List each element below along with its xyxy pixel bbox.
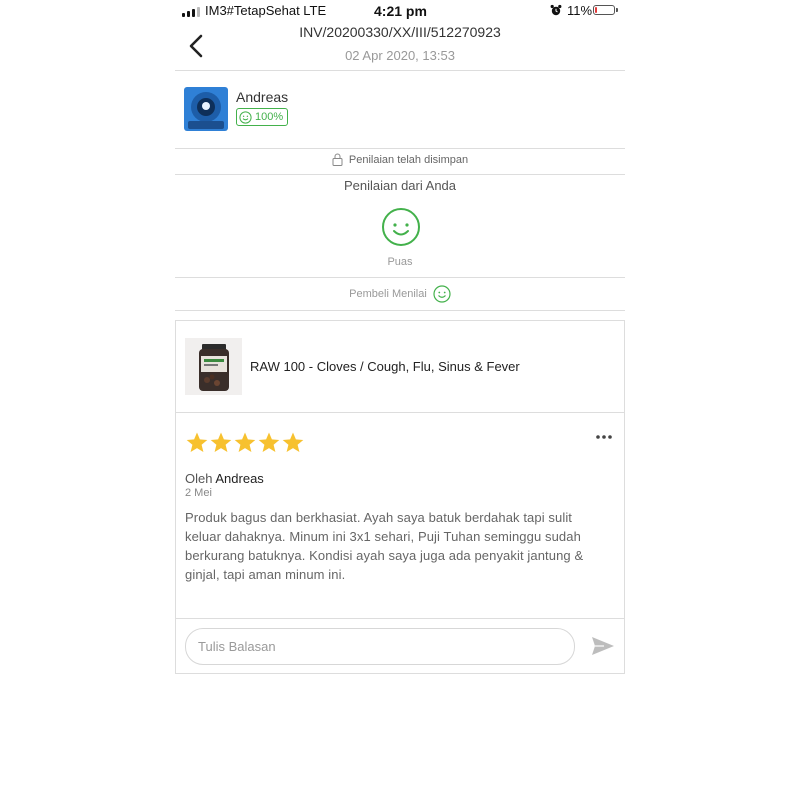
back-chevron-icon[interactable]: [186, 34, 206, 58]
reply-input[interactable]: [185, 628, 575, 665]
buyer-rated-row: Pembeli Menilai: [175, 285, 625, 303]
star-icon: [258, 432, 280, 452]
review-date: 2 Mei: [185, 487, 212, 499]
review-text: Produk bagus dan berkhasiat. Ayah saya b…: [185, 510, 584, 582]
smile-icon: [433, 285, 451, 303]
divider: [175, 277, 625, 278]
cellular-signal-icon: [182, 7, 200, 17]
star-icon: [186, 432, 208, 452]
battery-nub: [616, 8, 618, 12]
seller-name[interactable]: Andreas: [236, 89, 288, 105]
star-rating: [185, 431, 305, 454]
satisfaction-badge: 100%: [236, 108, 289, 126]
avatar: [184, 87, 228, 131]
satisfied-smile-icon: [382, 208, 420, 246]
review-author-line: Oleh Andreas: [185, 471, 264, 486]
star-icon: [210, 432, 232, 452]
battery-icon: [593, 5, 615, 15]
satisfaction-score: 100%: [255, 111, 284, 123]
rating-saved-text: Penilaian telah disimpan: [348, 153, 469, 166]
divider: [175, 174, 625, 175]
rating-saved-notice: Penilaian telah disimpan: [175, 153, 625, 166]
divider: [175, 148, 625, 149]
star-icon: [234, 432, 256, 452]
battery-percent: 11%: [567, 3, 593, 18]
divider: [175, 412, 625, 413]
invoice-datetime: 02 Apr 2020, 13:53: [345, 48, 455, 63]
rating-result-label: Puas: [387, 256, 413, 268]
review-author: Andreas: [215, 471, 264, 486]
divider: [175, 310, 625, 311]
send-icon[interactable]: [590, 634, 616, 658]
product-thumbnail[interactable]: [185, 338, 242, 395]
product-name[interactable]: RAW 100 - Cloves / Cough, Flu, Sinus & F…: [250, 359, 520, 374]
smile-icon: [239, 110, 252, 124]
status-time: 4:21 pm: [374, 3, 427, 19]
carrier-label: IM3#TetapSehat LTE: [205, 3, 327, 18]
invoice-number: INV/20200330/XX/III/512270923: [299, 24, 501, 40]
divider: [175, 618, 625, 619]
buyer-rated-text: Pembeli Menilai: [349, 288, 427, 300]
lock-icon: [332, 153, 343, 166]
review-by-prefix: Oleh: [185, 471, 213, 486]
alarm-icon: [550, 4, 562, 16]
divider: [175, 70, 625, 71]
more-options-icon[interactable]: [595, 434, 613, 440]
rating-from-you-label: Penilaian dari Anda: [343, 178, 457, 193]
star-icon: [282, 432, 304, 452]
